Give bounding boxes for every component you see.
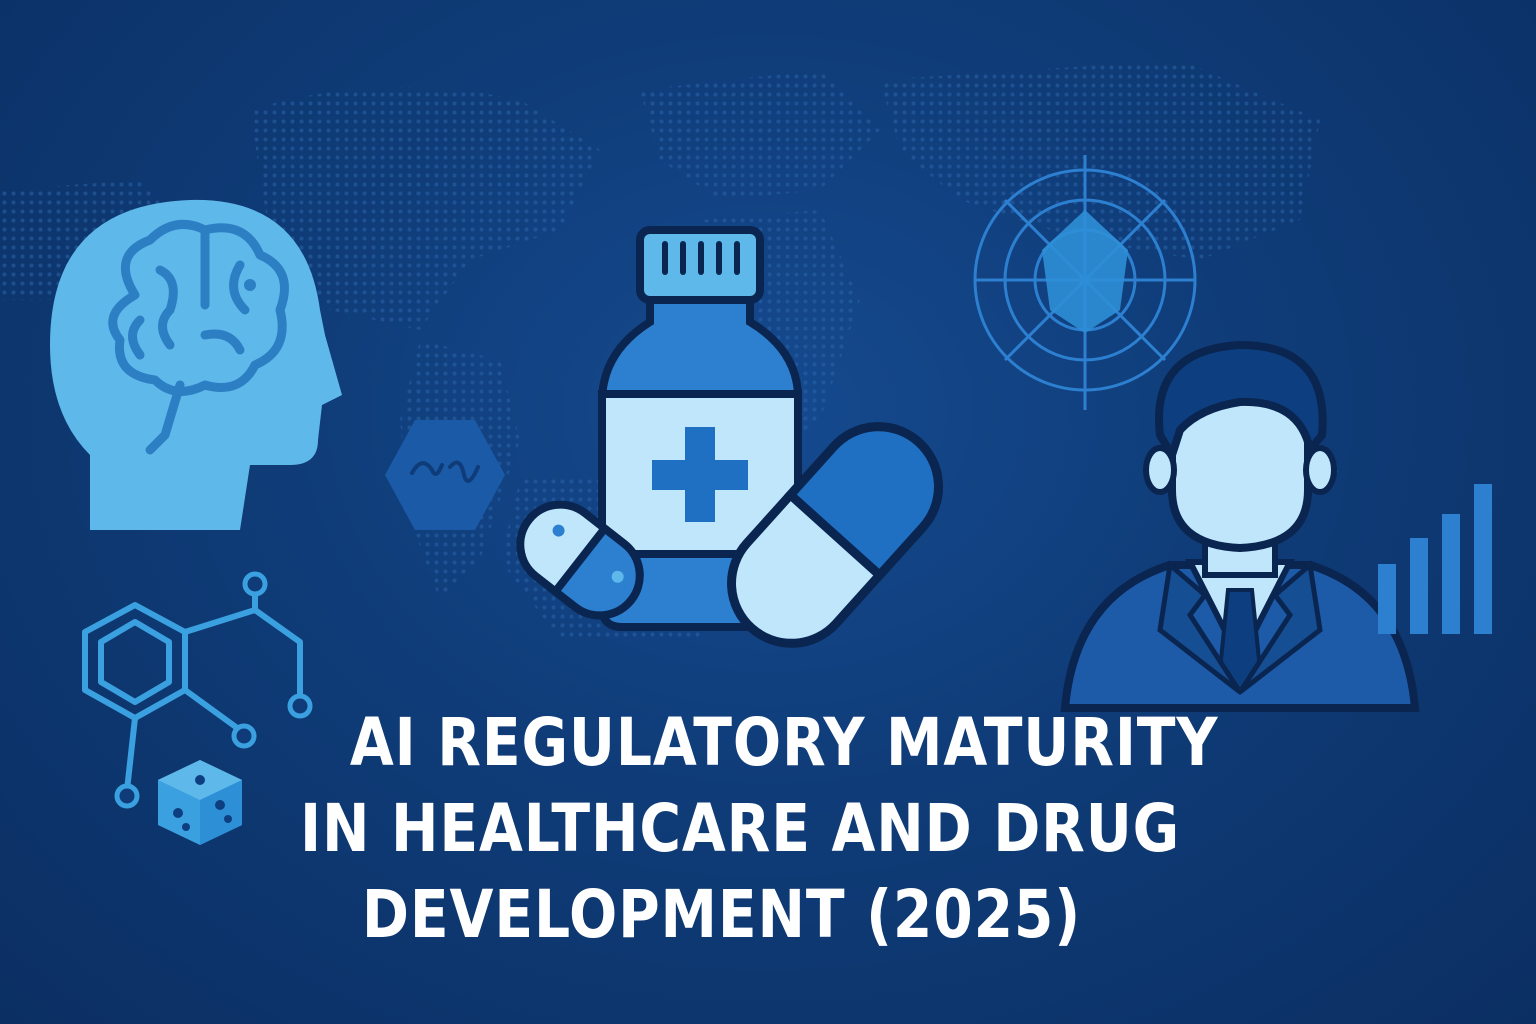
- title-line-2: IN HEALTHCARE AND DRUG: [300, 790, 1181, 867]
- bar-chart-icon: [1378, 484, 1492, 634]
- title-line-3: DEVELOPMENT (2025): [361, 876, 1082, 953]
- title-line-1: AI REGULATORY MATURITY: [349, 704, 1219, 781]
- businessman-icon: [1060, 340, 1420, 712]
- dice-icon: [158, 760, 242, 845]
- page-title: AI REGULATORY MATURITY IN HEALTHCARE AND…: [300, 700, 1246, 958]
- head-brain-icon: [50, 199, 342, 530]
- cover-illustration: AI REGULATORY MATURITY IN HEALTHCARE AND…: [0, 0, 1536, 1024]
- capsule-icon: [516, 422, 943, 648]
- hexagon-icon: [385, 420, 505, 530]
